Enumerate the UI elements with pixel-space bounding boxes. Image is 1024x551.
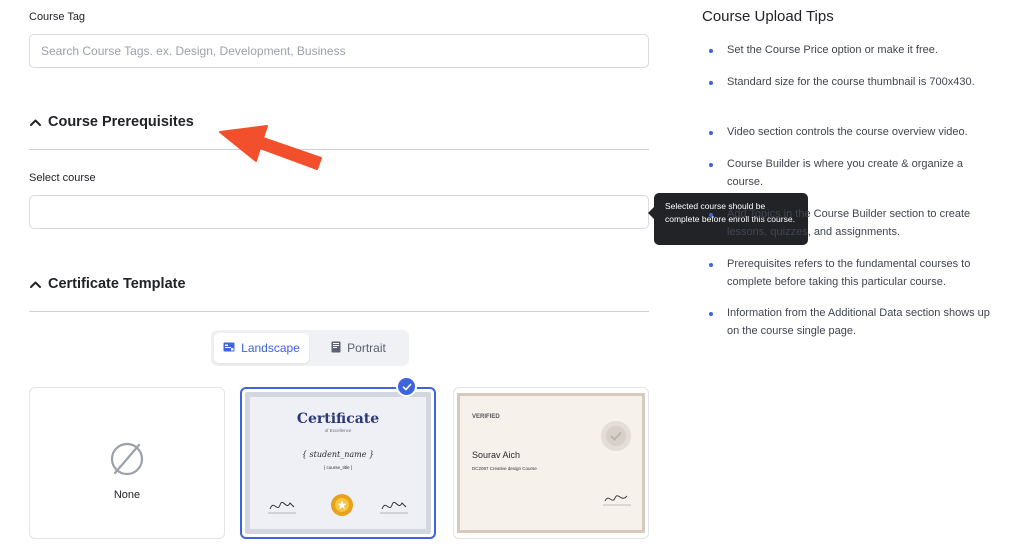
tip-item: Standard size for the course thumbnail i… [709, 74, 997, 92]
selected-check-icon [396, 376, 417, 397]
course-tag-label: Course Tag [29, 11, 86, 23]
prerequisites-section-title: Course Prerequisites [48, 114, 194, 130]
landscape-tab[interactable]: Landscape [214, 333, 309, 363]
certificate-template-none[interactable]: None [29, 387, 225, 539]
tip-item: Add Topics in the Course Builder section… [709, 206, 997, 241]
portrait-label: Portrait [347, 341, 386, 355]
signature-graphic [603, 491, 631, 514]
tip-item: Set the Course Price option or make it f… [709, 42, 997, 60]
annotation-arrow [218, 120, 326, 177]
portrait-tab[interactable]: Portrait [311, 333, 406, 363]
select-course-input[interactable] [29, 195, 649, 229]
certificate-section-title: Certificate Template [48, 276, 186, 292]
certificate-heading: Certificate [296, 411, 380, 427]
course-title-placeholder: { course_title } [323, 465, 353, 470]
signature-graphic-right [380, 497, 408, 522]
certificate-template-verified[interactable]: VERIFIED Sourav Aich DC2087 Creative des… [453, 387, 649, 539]
certificate-section-toggle[interactable]: Certificate Template [29, 274, 649, 294]
course-tag-search-input[interactable] [29, 34, 649, 68]
recipient-name: Sourav Aich [472, 450, 521, 460]
tip-item: Prerequisites refers to the fundamental … [709, 256, 997, 291]
landscape-icon [223, 341, 235, 355]
select-course-label: Select course [29, 172, 96, 184]
chevron-up-icon [29, 278, 42, 291]
course-name: DC2087 Creative design Course [472, 466, 537, 471]
certificate-subheading: of Excellence [324, 428, 352, 433]
certificate-preview: Certificate of Excellence { student_name… [245, 392, 431, 534]
student-name-placeholder: { student_name } [301, 450, 375, 459]
none-template-label: None [113, 489, 141, 501]
prerequisites-section-toggle[interactable]: Course Prerequisites [29, 112, 649, 132]
verified-heading: VERIFIED [472, 414, 500, 420]
certificate-preview: VERIFIED Sourav Aich DC2087 Creative des… [457, 393, 645, 533]
signature-graphic-left [268, 497, 296, 522]
portrait-icon [331, 341, 341, 356]
tip-item: Information from the Additional Data sec… [709, 305, 997, 340]
tips-title: Course Upload Tips [702, 8, 834, 25]
empty-set-icon [108, 440, 146, 483]
seal-icon [600, 420, 632, 457]
chevron-up-icon [29, 116, 42, 129]
medal-seal-icon [330, 493, 354, 522]
tip-item: Video section controls the course overvi… [709, 124, 997, 142]
section-divider [29, 149, 649, 150]
orientation-toggle: Landscape Portrait [211, 330, 409, 366]
section-divider [29, 311, 649, 312]
certificate-template-excellence[interactable]: Certificate of Excellence { student_name… [240, 387, 436, 539]
tip-item: Course Builder is where you create & org… [709, 156, 997, 191]
landscape-label: Landscape [241, 341, 300, 355]
